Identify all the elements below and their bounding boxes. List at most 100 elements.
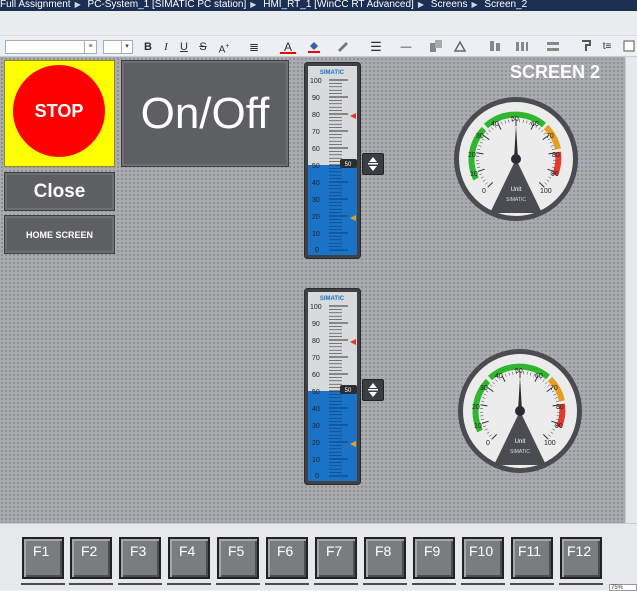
svg-text:70: 70 xyxy=(550,385,558,392)
svg-text:20: 20 xyxy=(312,440,320,447)
function-key-f1[interactable]: F1 xyxy=(22,537,64,579)
svg-text:100: 100 xyxy=(310,304,322,311)
arrange-icon[interactable] xyxy=(428,39,444,55)
function-key-f6[interactable]: F6 xyxy=(266,537,308,579)
chevron-right-icon: ▶ xyxy=(250,0,256,9)
function-key-f2[interactable]: F2 xyxy=(70,537,112,579)
svg-text:60: 60 xyxy=(535,373,543,380)
svg-text:90: 90 xyxy=(555,423,563,430)
bar-brand: SIMATIC xyxy=(320,296,345,302)
bar-gauge[interactable]: SIMATIC 100 90 80 70 60 50 40 30 20 10 0… xyxy=(304,288,361,485)
svg-text:30: 30 xyxy=(312,423,320,430)
list-icon: ≡ xyxy=(84,41,96,53)
breadcrumb-item[interactable]: HMI_RT_1 [WinCC RT Advanced] xyxy=(263,0,414,10)
line-style-icon[interactable]: — xyxy=(397,39,415,55)
underline-icon[interactable]: U xyxy=(178,39,190,55)
svg-text:80: 80 xyxy=(312,112,320,119)
key-underline xyxy=(69,583,113,585)
bar-gauge-graphic: SIMATIC 100 90 80 70 60 50 40 30 20 10 0… xyxy=(304,62,361,259)
chevron-right-icon: ▶ xyxy=(418,0,424,9)
svg-text:50: 50 xyxy=(312,389,320,396)
svg-text:Unit: Unit xyxy=(511,187,522,193)
svg-text:60: 60 xyxy=(312,146,320,153)
svg-text:20: 20 xyxy=(468,152,476,159)
value-stepper[interactable] xyxy=(362,379,384,401)
text-direction-icon[interactable]: t≡ xyxy=(598,39,616,55)
round-gauge: 0 10 20 30 40 50 60 70 80 90 100 Unit SI… xyxy=(452,95,580,223)
format-painter-icon[interactable] xyxy=(578,39,594,55)
round-gauge: 0 10 20 30 40 50 60 70 80 90 100 Unit SI… xyxy=(456,347,584,475)
svg-text:0: 0 xyxy=(486,440,490,447)
function-key-f12[interactable]: F12 xyxy=(560,537,602,579)
breadcrumb-item[interactable]: Full Assignment xyxy=(0,0,71,10)
bar-gauge-graphic: SIMATIC 100 90 80 70 60 50 40 30 20 10 0… xyxy=(304,288,361,485)
function-key-f10[interactable]: F10 xyxy=(462,537,504,579)
group-icon[interactable] xyxy=(545,39,561,55)
line-color-icon[interactable] xyxy=(335,39,351,55)
function-key-f9[interactable]: F9 xyxy=(413,537,455,579)
line-width-icon[interactable]: ☰ xyxy=(367,39,385,55)
svg-text:0: 0 xyxy=(482,188,486,195)
screen-canvas: STOP On/Off Close HOME SCREEN SCREEN 2 S… xyxy=(0,57,625,523)
key-underline xyxy=(510,583,554,585)
svg-text:10: 10 xyxy=(474,423,482,430)
svg-text:50: 50 xyxy=(511,116,519,123)
breadcrumb-item[interactable]: Screens xyxy=(431,0,468,10)
font-family-select[interactable]: ≡ xyxy=(5,40,97,54)
svg-text:40: 40 xyxy=(312,180,320,187)
svg-text:90: 90 xyxy=(312,321,320,328)
svg-text:10: 10 xyxy=(312,231,320,238)
home-screen-button[interactable]: HOME SCREEN xyxy=(4,215,115,254)
function-key-f3[interactable]: F3 xyxy=(119,537,161,579)
bar-gauge[interactable]: SIMATIC 100 90 80 70 60 50 40 30 20 10 0… xyxy=(304,62,361,259)
function-key-f11[interactable]: F11 xyxy=(511,537,553,579)
fill-color-icon[interactable] xyxy=(306,39,322,55)
font-size-select[interactable]: ▾ xyxy=(103,40,133,54)
svg-text:40: 40 xyxy=(491,121,499,128)
svg-text:50: 50 xyxy=(515,368,523,375)
breadcrumb-item[interactable]: PC-System_1 [SIMATIC PC station] xyxy=(88,0,247,10)
key-underline xyxy=(461,583,505,585)
value-stepper[interactable] xyxy=(362,153,384,175)
key-underline xyxy=(167,583,211,585)
bold-icon[interactable]: B xyxy=(142,39,154,55)
function-key-f4[interactable]: F4 xyxy=(168,537,210,579)
key-underline xyxy=(265,583,309,585)
key-underline xyxy=(559,583,603,585)
editor-header xyxy=(0,11,637,35)
svg-text:SIMATIC: SIMATIC xyxy=(510,449,530,455)
align-text-icon[interactable]: ≣ xyxy=(246,39,262,55)
svg-text:0: 0 xyxy=(315,473,319,480)
more-icon[interactable] xyxy=(622,39,636,55)
function-key-f7[interactable]: F7 xyxy=(315,537,357,579)
font-grow-icon[interactable]: A+ xyxy=(215,39,233,55)
function-key-f8[interactable]: F8 xyxy=(364,537,406,579)
bar-value-label: 50 xyxy=(345,388,352,394)
format-toolbar: ≡ ▾ B I U S A+ ≣ A ☰ — t≡ xyxy=(0,35,637,57)
on-off-button[interactable]: On/Off xyxy=(121,60,289,167)
svg-text:20: 20 xyxy=(312,214,320,221)
strikethrough-icon[interactable]: S xyxy=(197,39,209,55)
svg-text:Unit: Unit xyxy=(515,439,526,445)
svg-text:40: 40 xyxy=(495,373,503,380)
key-underline xyxy=(314,583,358,585)
italic-icon[interactable]: I xyxy=(160,39,172,55)
key-underline xyxy=(363,583,407,585)
key-underline xyxy=(21,583,65,585)
svg-text:80: 80 xyxy=(312,338,320,345)
svg-text:70: 70 xyxy=(546,133,554,140)
align-objects-icon[interactable] xyxy=(487,39,503,55)
svg-text:90: 90 xyxy=(312,95,320,102)
vertical-scrollbar[interactable] xyxy=(625,57,637,523)
svg-text:60: 60 xyxy=(312,372,320,379)
svg-text:100: 100 xyxy=(310,78,322,85)
close-button[interactable]: Close xyxy=(4,172,115,211)
stop-button[interactable]: STOP xyxy=(13,65,105,157)
rotate-icon[interactable] xyxy=(452,39,468,55)
function-key-f5[interactable]: F5 xyxy=(217,537,259,579)
breadcrumb-item[interactable]: Screen_2 xyxy=(484,0,527,10)
distribute-icon[interactable] xyxy=(514,39,530,55)
svg-text:10: 10 xyxy=(312,457,320,464)
svg-text:20: 20 xyxy=(472,404,480,411)
font-color-icon[interactable]: A xyxy=(280,39,296,55)
